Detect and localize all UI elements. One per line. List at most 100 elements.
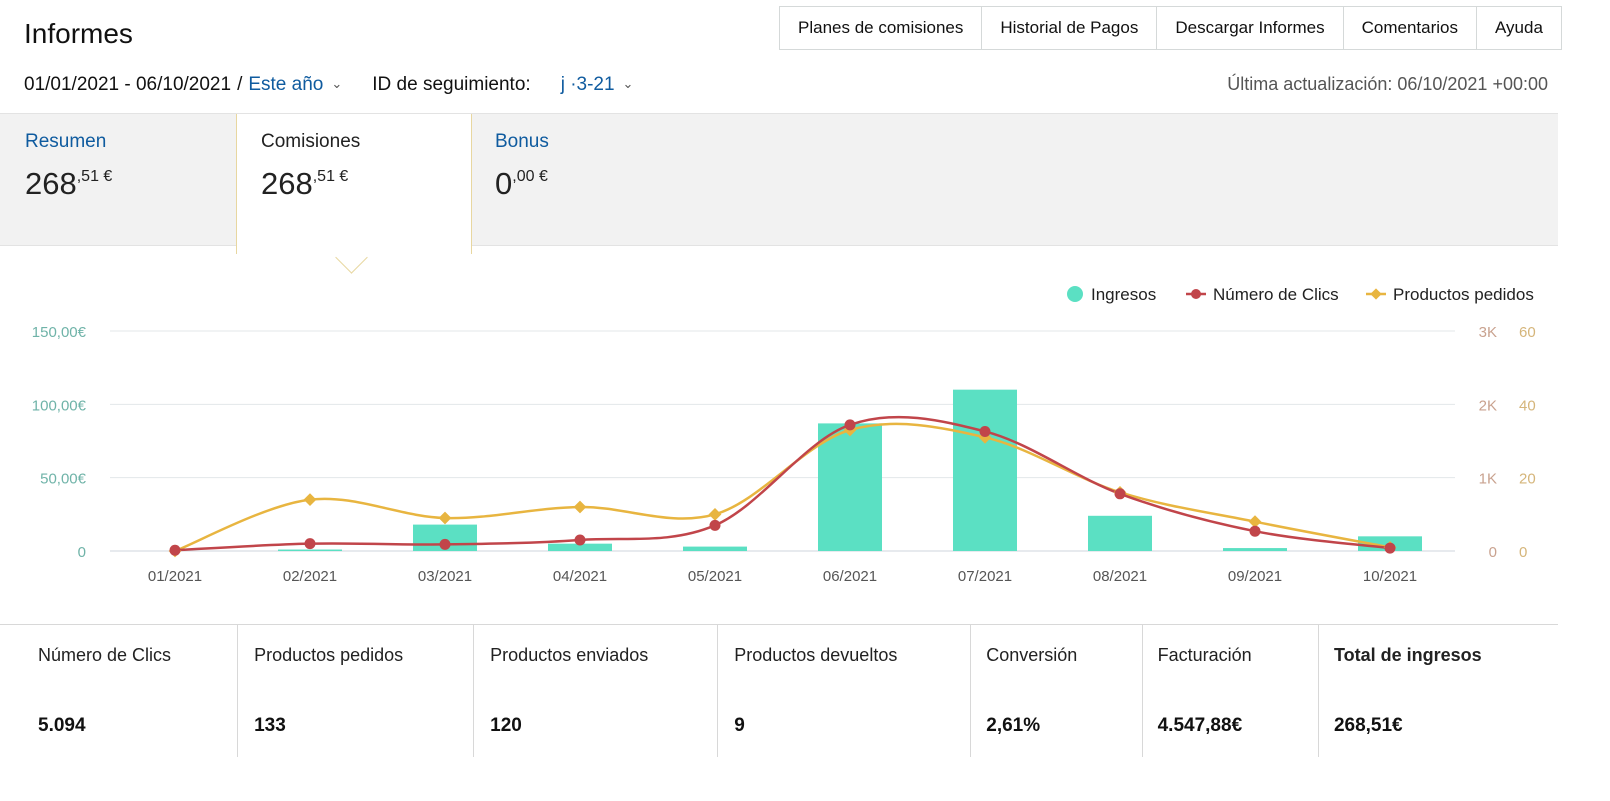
- stat-label: Total de ingresos: [1333, 645, 1482, 665]
- right-axis-tick: 20: [1519, 471, 1536, 488]
- x-axis-tick: 08/2021: [1093, 568, 1147, 585]
- x-axis-tick: 10/2021: [1363, 568, 1417, 585]
- chevron-down-icon[interactable]: ⌄: [623, 76, 634, 92]
- summary-amount: 268,51 €: [261, 166, 348, 202]
- tab-ayuda[interactable]: Ayuda: [1477, 7, 1562, 49]
- summary-amount: 268,51 €: [25, 166, 112, 202]
- last-update: Última actualización: 06/10/2021 +00:00: [1227, 74, 1548, 94]
- left-axis-tick: 150,00€: [32, 324, 87, 341]
- stat-pedidos: Productos pedidos 133: [238, 625, 475, 757]
- x-axis-tick: 02/2021: [283, 568, 337, 585]
- stat-value: 9: [734, 715, 745, 736]
- right-axis-k-tick: 2K: [1479, 397, 1497, 414]
- stat-value: 268,51€: [1333, 715, 1403, 736]
- stat-label: Conversión: [986, 645, 1078, 665]
- stat-label: Productos devueltos: [734, 645, 898, 665]
- legend-productos-label: Productos pedidos: [1393, 285, 1534, 304]
- ingresos-bar: [1088, 515, 1152, 551]
- productos-pedidos-point: [438, 511, 452, 525]
- numero-de-clics-point: [169, 544, 181, 556]
- x-axis-tick: 06/2021: [823, 568, 877, 585]
- numero-de-clics-point: [304, 538, 316, 550]
- numero-de-clics-point: [1249, 525, 1261, 537]
- tracking-id-label: ID de seguimiento:: [372, 74, 531, 95]
- ingresos-bar: [278, 549, 342, 551]
- top-nav: Planes de comisiones Historial de Pagos …: [779, 6, 1562, 50]
- stat-value: 2,61%: [986, 715, 1041, 736]
- stat-label: Facturación: [1157, 645, 1252, 665]
- amount-fraction: ,00 €: [512, 167, 548, 185]
- amount-whole: 268: [25, 166, 77, 201]
- summary-label: Comisiones: [261, 131, 361, 152]
- filter-bar: 01/01/2021 - 06/10/2021 / Este año ⌄ ID …: [24, 74, 643, 96]
- right-axis-k-tick: 3K: [1479, 324, 1497, 341]
- amount-whole: 0: [495, 166, 513, 201]
- tab-planes-de-comisiones[interactable]: Planes de comisiones: [780, 7, 983, 49]
- ingresos-bar: [1223, 548, 1287, 551]
- page-title: Informes: [24, 18, 133, 49]
- stat-clics: Número de Clics 5.094: [0, 625, 239, 757]
- x-axis-tick: 01/2021: [148, 568, 202, 585]
- numero-de-clics-line: [174, 415, 1391, 552]
- combo-chart: 0 50,00€ 100,00€ 150,00€ 0 1K 2K 3K 0 20 40 60 01/20…: [32, 285, 1536, 585]
- left-axis-tick: 50,00€: [40, 471, 87, 488]
- productos-pedidos-point: [573, 500, 587, 514]
- summary-label: Resumen: [25, 131, 107, 152]
- date-separator: /: [237, 74, 243, 95]
- stat-value: 120: [490, 715, 522, 736]
- productos-pedidos-point: [303, 493, 317, 507]
- numero-de-clics-point: [709, 519, 721, 531]
- x-axis-tick: 05/2021: [688, 568, 742, 585]
- stat-value: 133: [254, 715, 286, 736]
- amount-whole: 268: [261, 166, 313, 201]
- amount-fraction: ,51 €: [312, 167, 349, 185]
- stat-label: Productos enviados: [490, 645, 649, 665]
- amount-fraction: ,51 €: [76, 167, 113, 185]
- right-axis-tick: 40: [1519, 397, 1536, 414]
- stat-devueltos: Productos devueltos 9: [718, 625, 972, 757]
- stat-label: Productos pedidos: [254, 645, 404, 665]
- right-axis-k-tick: 1K: [1479, 471, 1497, 488]
- tab-historial-de-pagos[interactable]: Historial de Pagos: [982, 7, 1158, 49]
- left-axis-tick: 100,00€: [32, 397, 87, 414]
- summary-label: Bonus: [495, 131, 549, 152]
- stats-bar: Número de Clics 5.094 Productos pedidos …: [0, 624, 1558, 757]
- legend-ingresos-marker: [1067, 286, 1083, 302]
- numero-de-clics-point: [1384, 542, 1396, 554]
- stat-total-ingresos: Total de ingresos 268,51€: [1319, 625, 1558, 757]
- tab-descargar-informes[interactable]: Descargar Informes: [1157, 7, 1344, 49]
- tab-comentarios[interactable]: Comentarios: [1344, 7, 1477, 49]
- stat-enviados: Productos enviados 120: [474, 625, 719, 757]
- summary-amount: 0,00 €: [495, 166, 548, 202]
- legend-productos-marker: [1370, 288, 1382, 300]
- summary-card-comisiones[interactable]: Comisiones 268,51 €: [236, 114, 472, 254]
- numero-de-clics-point: [844, 419, 856, 431]
- left-axis-tick: 0: [78, 544, 86, 561]
- right-axis-tick: 60: [1519, 324, 1536, 341]
- numero-de-clics-point: [979, 425, 991, 437]
- chevron-down-icon[interactable]: ⌄: [331, 76, 342, 92]
- summary-card-bonus[interactable]: Bonus 0,00 €: [470, 114, 710, 245]
- tracking-id-dropdown[interactable]: j ·3-21: [561, 74, 615, 96]
- legend-clics-marker: [1191, 289, 1201, 299]
- stat-facturacion: Facturación 4.547,88€: [1143, 625, 1319, 757]
- numero-de-clics-point: [1114, 488, 1126, 500]
- stat-value: 5.094: [38, 715, 86, 736]
- chart-container: 0 50,00€ 100,00€ 150,00€ 0 1K 2K 3K 0 20 40 60 01/20…: [0, 270, 1558, 622]
- summary-card-resumen[interactable]: Resumen 268,51 €: [0, 114, 236, 245]
- stat-value: 4.547,88€: [1157, 715, 1243, 736]
- right-axis-tick: 0: [1519, 544, 1527, 561]
- summary-panel: Resumen 268,51 € Comisiones 268,51 € Bon…: [0, 113, 1558, 254]
- x-axis-tick: 03/2021: [418, 568, 472, 585]
- legend-clics-label: Número de Clics: [1213, 285, 1339, 304]
- productos-pedidos-point: [708, 507, 722, 521]
- legend-ingresos-label: Ingresos: [1091, 285, 1156, 304]
- productos-pedidos-line: [174, 422, 1391, 553]
- x-axis-tick: 04/2021: [553, 568, 607, 585]
- period-dropdown[interactable]: Este año: [248, 74, 323, 96]
- stat-conversion: Conversión 2,61%: [971, 625, 1143, 757]
- right-axis-k-tick: 0: [1489, 544, 1497, 561]
- date-range: 01/01/2021 - 06/10/2021: [24, 74, 232, 95]
- x-axis-tick: 07/2021: [958, 568, 1012, 585]
- stat-label: Número de Clics: [38, 645, 172, 665]
